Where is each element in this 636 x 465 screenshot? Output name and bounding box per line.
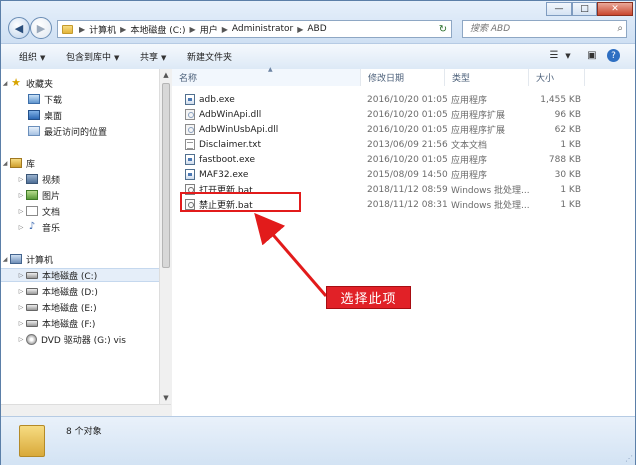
arrow-line bbox=[254, 212, 328, 297]
annotation-callout: 选择此项 bbox=[326, 286, 411, 309]
annotation-arrow bbox=[254, 212, 328, 297]
